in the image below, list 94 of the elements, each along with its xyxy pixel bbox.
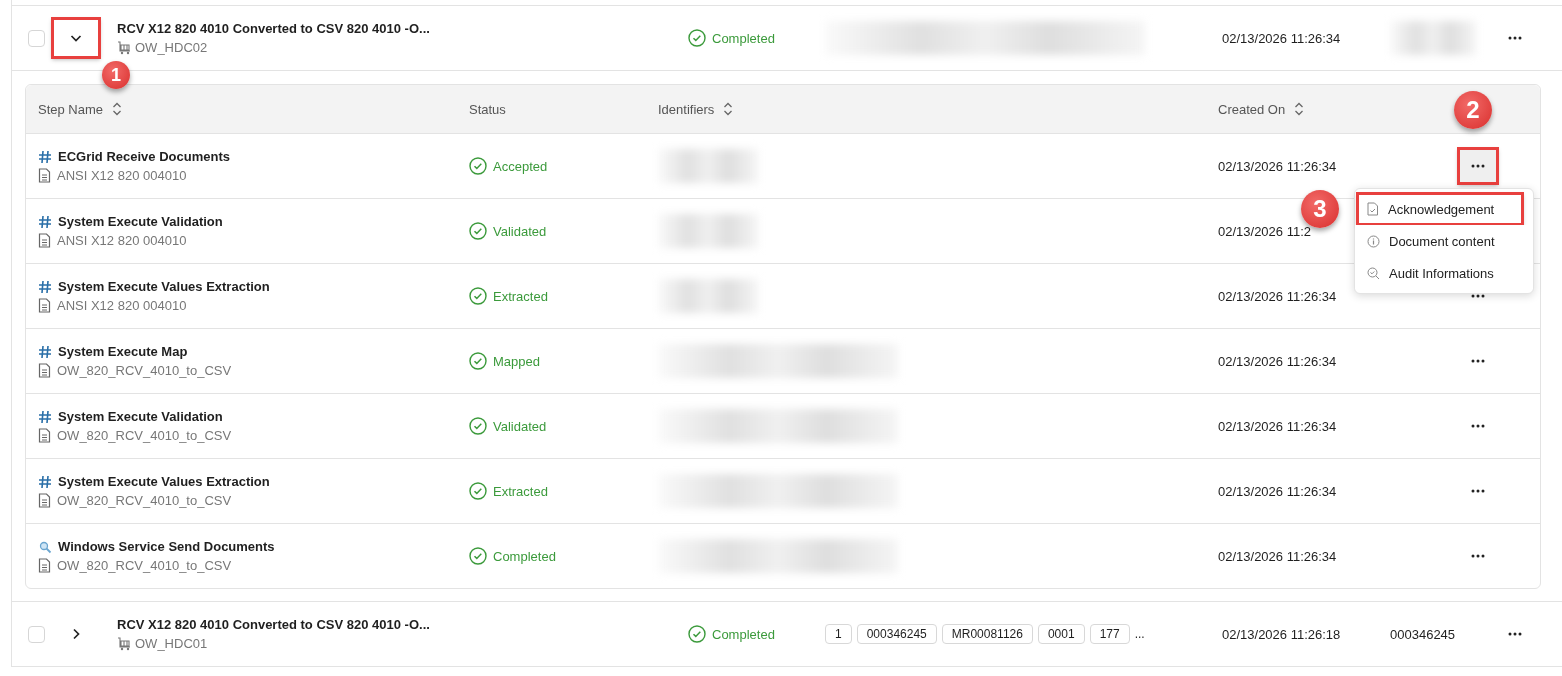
identifier-tag: 1: [825, 624, 852, 644]
column-header: Status: [469, 101, 506, 117]
document-type: ANSI X12 820 004010: [57, 233, 187, 248]
status-label: Mapped: [493, 353, 540, 369]
hash-icon: [38, 149, 52, 164]
check-circle-icon: [688, 625, 706, 643]
info-icon: [1367, 234, 1380, 248]
identifier-tag: 0001: [1037, 624, 1085, 644]
menu-item[interactable]: Acknowledgement: [1357, 193, 1523, 225]
document-icon: [38, 493, 51, 508]
check-circle-icon: [469, 482, 487, 500]
status-label: Validated: [493, 418, 547, 434]
document-type: OW_820_RCV_4010_to_CSV: [57, 363, 232, 378]
cart-icon: [117, 40, 131, 55]
identifier-tag: 000346245: [856, 624, 937, 644]
more-button[interactable]: [1458, 148, 1498, 184]
partner-name: OW_HDC01: [135, 636, 208, 651]
status-label: Extracted: [493, 483, 548, 499]
document-icon: [38, 428, 51, 443]
step-name: System Execute Validation: [58, 409, 223, 424]
document-check-icon: [1367, 202, 1379, 216]
hash-icon: [38, 344, 52, 359]
ellipsis-icon: [1471, 554, 1485, 558]
step-name: Windows Service Send Documents: [58, 539, 275, 554]
callout-badge: 3: [1301, 190, 1339, 228]
check-circle-icon: [469, 157, 487, 175]
ellipsis-icon: [1471, 424, 1485, 428]
identifier-tag: 177: [1089, 624, 1130, 644]
check-circle-icon: [688, 29, 706, 47]
status-label: Extracted: [493, 288, 548, 304]
document-icon: [38, 363, 51, 378]
ellipsis-icon: [1508, 632, 1522, 636]
ellipsis-icon: [1508, 36, 1522, 40]
step-name: ECGrid Receive Documents: [58, 149, 230, 164]
row-checkbox[interactable]: [28, 625, 45, 643]
status-label: Completed: [712, 30, 775, 46]
document-icon: [38, 168, 51, 183]
identifier-tag: MR00081126: [941, 624, 1033, 644]
ellipsis-icon: [1471, 164, 1485, 168]
created-date: 02/13/2026 11:26:34: [1218, 158, 1338, 174]
column-header: Created On: [1218, 101, 1286, 117]
document-type: OW_820_RCV_4010_to_CSV: [57, 493, 232, 508]
magnifier-icon: [38, 539, 52, 554]
ellipsis-icon: [1471, 359, 1485, 363]
check-circle-icon: [469, 222, 487, 240]
created-date: 02/13/2026 11:26:34: [1222, 30, 1342, 46]
row-checkbox[interactable]: [28, 29, 45, 47]
check-circle-icon: [469, 547, 487, 565]
ellipsis-icon: [1471, 489, 1485, 493]
created-date: 02/13/2026 11:26:34: [1218, 288, 1338, 304]
search-icon: [1367, 266, 1380, 280]
document-type: OW_820_RCV_4010_to_CSV: [57, 558, 232, 573]
document-icon: [38, 233, 51, 248]
document-type: OW_820_RCV_4010_to_CSV: [57, 428, 232, 443]
row-title: RCV X12 820 4010 Converted to CSV 820 4010 -O...: [117, 617, 431, 632]
hash-icon: [38, 279, 52, 294]
status-label: Completed: [712, 626, 775, 642]
document-type: ANSI X12 820 004010: [57, 168, 187, 183]
reference-number: 000346245: [1390, 626, 1457, 642]
created-date: 02/13/2026 11:26:34: [1218, 548, 1338, 564]
created-date: 02/13/2026 11:26:34: [1218, 418, 1338, 434]
document-icon: [38, 298, 51, 313]
created-date: 02/13/2026 11:26:18: [1222, 626, 1342, 642]
check-circle-icon: [469, 287, 487, 305]
column-header: Identifiers: [658, 101, 715, 117]
callout-badge: 1: [102, 61, 130, 89]
sort-icon: [723, 102, 734, 116]
check-circle-icon: [469, 352, 487, 370]
hash-icon: [38, 474, 52, 489]
column-header: Step Name: [38, 101, 104, 117]
check-circle-icon: [469, 417, 487, 435]
created-date: 02/13/2026 11:26:34: [1218, 483, 1338, 499]
menu-item[interactable]: Audit Informations: [1355, 257, 1533, 289]
expand-toggle[interactable]: [52, 18, 100, 58]
step-name: System Execute Validation: [58, 214, 223, 229]
status-label: Completed: [493, 548, 556, 564]
sort-icon: [112, 102, 123, 116]
step-name: System Execute Values Extraction: [58, 474, 270, 489]
created-date: 02/13/2026 11:26:34: [1218, 353, 1338, 369]
hash-icon: [38, 409, 52, 424]
hash-icon: [38, 214, 52, 229]
document-icon: [38, 558, 51, 573]
step-name: System Execute Map: [58, 344, 188, 359]
cart-icon: [117, 636, 131, 651]
status-label: Accepted: [493, 158, 548, 174]
more-indicator: ...: [1134, 627, 1145, 641]
status-label: Validated: [493, 223, 547, 239]
partner-name: OW_HDC02: [135, 40, 208, 55]
step-name: System Execute Values Extraction: [58, 279, 270, 294]
document-type: ANSI X12 820 004010: [57, 298, 187, 313]
ellipsis-icon: [1471, 294, 1485, 298]
menu-item[interactable]: Document content: [1355, 225, 1533, 257]
sort-icon: [1294, 102, 1305, 116]
row-title: RCV X12 820 4010 Converted to CSV 820 4010 -O...: [117, 21, 431, 36]
